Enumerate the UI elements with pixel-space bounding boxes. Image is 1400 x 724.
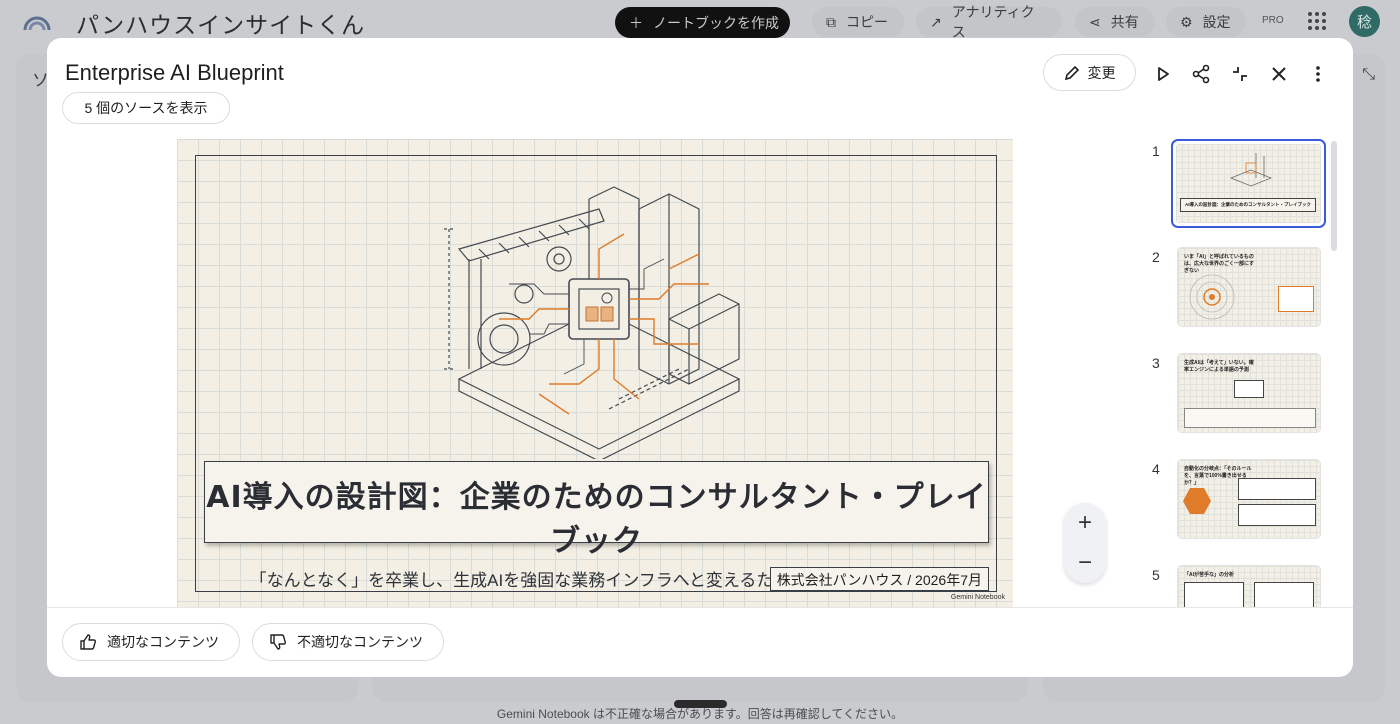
copy-icon: ⧉ (826, 13, 836, 30)
thumb-title: 生成AIは「考えて」いない。確率エンジンによる単語の予測 (1184, 360, 1254, 373)
thumb-number: 2 (1152, 249, 1160, 265)
thumb-title: 「AIが苦手な」の分析 (1184, 572, 1235, 578)
slide-thumbnail[interactable]: 自動化の分岐点：「そのルールを、言葉で100%書き出せるか？」 (1177, 459, 1321, 539)
thumbs-up-icon (80, 634, 96, 650)
thumb-panel-left (1184, 582, 1244, 607)
app-logo-icon[interactable] (22, 8, 52, 34)
copy-label: コピー (846, 14, 888, 30)
zoom-in-button[interactable]: + (1064, 503, 1106, 543)
modal-divider (47, 607, 1353, 608)
thumb-callout-box (1278, 286, 1314, 312)
play-button[interactable] (1149, 60, 1177, 88)
create-notebook-button[interactable]: ＋ ノートブックを作成 (615, 7, 790, 38)
slide-thumbnail-list: 1 AI導入の設計図：企業のためのコンサルタント・プレイブック 2 いま「AI」… (1142, 139, 1342, 607)
collapse-panel-icon[interactable]: ⤡ (1362, 66, 1375, 84)
share-icon: ⋖ (1089, 13, 1101, 30)
thumb-hexagon (1183, 488, 1211, 514)
copy-button[interactable]: ⧉ コピー (812, 7, 904, 37)
avatar[interactable]: 稔 (1349, 6, 1380, 37)
more-vert-icon (1316, 66, 1320, 82)
footer-disclaimer: Gemini Notebook は不正確な場合があります。回答は再確認してくださ… (496, 707, 904, 721)
minimize-button[interactable] (1226, 60, 1254, 88)
analytics-label: アナリティクス (951, 4, 1035, 40)
share-app-button[interactable]: ⋖ 共有 (1075, 7, 1155, 37)
thumbs-down-icon (270, 634, 286, 650)
app-title: パンハウスインサイトくん (76, 12, 366, 38)
slide-thumbnail[interactable]: AI導入の設計図：企業のためのコンサルタント・プレイブック (1171, 139, 1326, 228)
slide-thumbnail[interactable]: いま「AI」と呼ばれているものは、広大な世界のごく一部にすぎない (1177, 247, 1321, 327)
slide-title: AI導入の設計図：企業のためのコンサルタント・プレイブック (206, 480, 987, 559)
plus-icon: ＋ (629, 14, 643, 31)
slide-thumbnail[interactable]: 生成AIは「考えて」いない。確率エンジンによる単語の予測 (1177, 353, 1321, 433)
thumb-text-box (1184, 408, 1316, 428)
edit-button[interactable]: 変更 (1043, 54, 1136, 91)
modal-title: Enterprise AI Blueprint (65, 60, 284, 85)
thumbnail-scrollbar[interactable] (1331, 141, 1337, 251)
thumb-number: 1 (1152, 143, 1160, 159)
trending-up-icon: ↗ (930, 13, 942, 30)
thumb-number: 5 (1152, 567, 1160, 583)
bad-content-button[interactable]: 不適切なコンテンツ (252, 623, 444, 661)
pro-badge: PRO (1262, 15, 1284, 26)
thumb-box-no (1238, 504, 1316, 526)
good-content-label: 適切なコンテンツ (107, 634, 219, 650)
pencil-icon (1064, 65, 1079, 80)
slide-preview: AI導入の設計図：企業のためのコンサルタント・プレイブック 「なんとなく」を卒業… (177, 139, 1013, 607)
close-button[interactable] (1265, 60, 1293, 88)
slide-brand: Gemini Notebook (950, 594, 1005, 601)
share-button[interactable] (1187, 60, 1215, 88)
slide-thumbnail[interactable]: 「AIが苦手な」の分析 (1177, 565, 1321, 607)
thumb-llm-box (1234, 380, 1264, 398)
slide-title-box: AI導入の設計図：企業のためのコンサルタント・プレイブック 「なんとなく」を卒業… (204, 461, 989, 590)
show-sources-button[interactable]: 5 個のソースを表示 (62, 92, 230, 124)
more-options-button[interactable] (1304, 60, 1332, 88)
thumb-number: 3 (1152, 355, 1160, 371)
thumb-title: AI導入の設計図：企業のためのコンサルタント・プレイブック (1180, 198, 1316, 212)
play-icon (1158, 67, 1169, 81)
settings-button[interactable]: ⚙ 設定 (1166, 7, 1246, 37)
share-label: 共有 (1110, 14, 1139, 30)
analytics-button[interactable]: ↗ アナリティクス (916, 4, 1062, 40)
thumb-panel-right (1254, 582, 1314, 607)
apps-grid-icon[interactable] (1308, 12, 1326, 30)
bad-content-label: 不適切なコンテンツ (297, 634, 423, 650)
collapse-icon (1233, 67, 1247, 81)
app-topbar: パンハウスインサイトくん ＋ ノートブックを作成 ⧉ コピー ↗ アナリティクス… (0, 0, 1400, 42)
thumb-target-diagram (1189, 274, 1235, 320)
settings-label: 設定 (1202, 14, 1231, 30)
slide-credit: 株式会社パンハウス / 2026年7月 (769, 567, 989, 591)
zoom-out-button[interactable]: − (1064, 543, 1106, 583)
zoom-controls: + − (1064, 503, 1106, 583)
share-icon (1192, 64, 1210, 84)
close-icon (1272, 67, 1286, 81)
thumb-box-yes (1238, 478, 1316, 500)
blueprint-illustration (444, 186, 741, 459)
slide-viewer-modal: Enterprise AI Blueprint 5 個のソースを表示 変更 AI… (47, 38, 1353, 677)
good-content-button[interactable]: 適切なコンテンツ (62, 623, 240, 661)
gear-icon: ⚙ (1180, 13, 1193, 30)
thumb-illustration (1229, 153, 1273, 187)
edit-label: 変更 (1087, 64, 1116, 81)
create-notebook-label: ノートブックを作成 (653, 14, 779, 31)
thumb-number: 4 (1152, 461, 1160, 477)
